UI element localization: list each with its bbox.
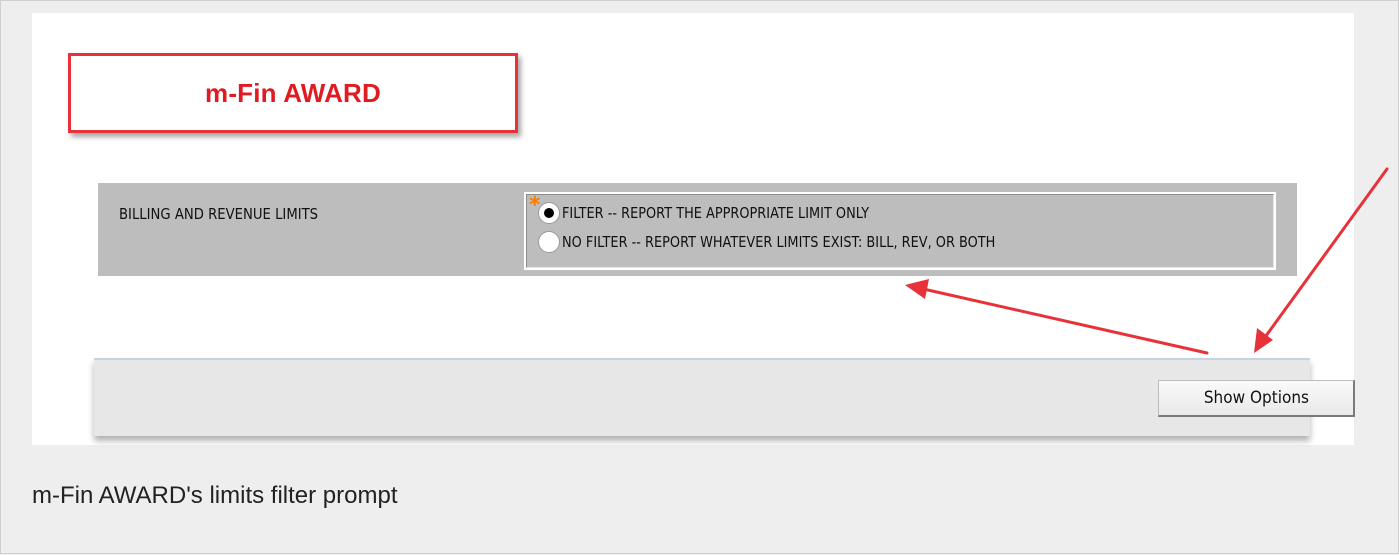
arrow-to-button-icon — [1254, 167, 1389, 353]
figure-caption: m-Fin AWARD's limits filter prompt — [32, 482, 398, 509]
arrow-to-options-icon — [905, 279, 1209, 355]
annotation-arrows — [905, 167, 1389, 355]
page-frame: m-Fin AWARD BILLING AND REVENUE LIMITS *… — [0, 0, 1399, 554]
